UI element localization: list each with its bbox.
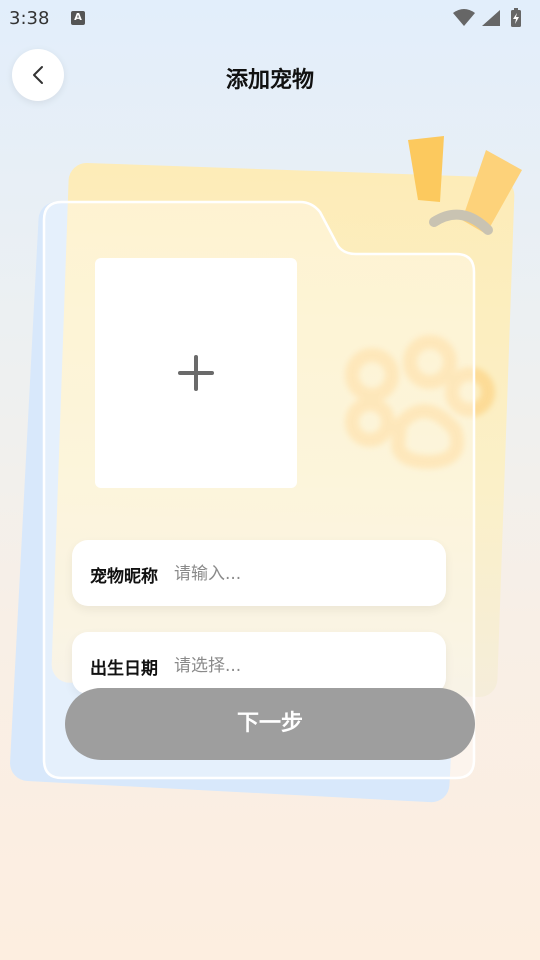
status-time: 3:38	[9, 8, 50, 29]
next-button[interactable]: 下一步	[65, 688, 475, 760]
nickname-field[interactable]: 宠物昵称	[72, 540, 446, 606]
nickname-input[interactable]	[172, 560, 426, 588]
plus-icon	[178, 355, 214, 391]
notification-icon: A	[71, 11, 85, 25]
page-title: 添加宠物	[225, 68, 314, 93]
nickname-label: 宠物昵称	[90, 567, 158, 587]
signal-icon	[482, 10, 500, 26]
wifi-icon	[453, 9, 475, 26]
birthday-field[interactable]: 出生日期	[72, 632, 446, 694]
add-photo-button[interactable]	[95, 258, 297, 488]
battery-charging-icon	[511, 8, 521, 27]
system-icons	[453, 8, 521, 27]
status-bar: 3:38 A	[0, 0, 540, 36]
birthday-input[interactable]	[172, 652, 426, 680]
birthday-label: 出生日期	[90, 659, 158, 679]
